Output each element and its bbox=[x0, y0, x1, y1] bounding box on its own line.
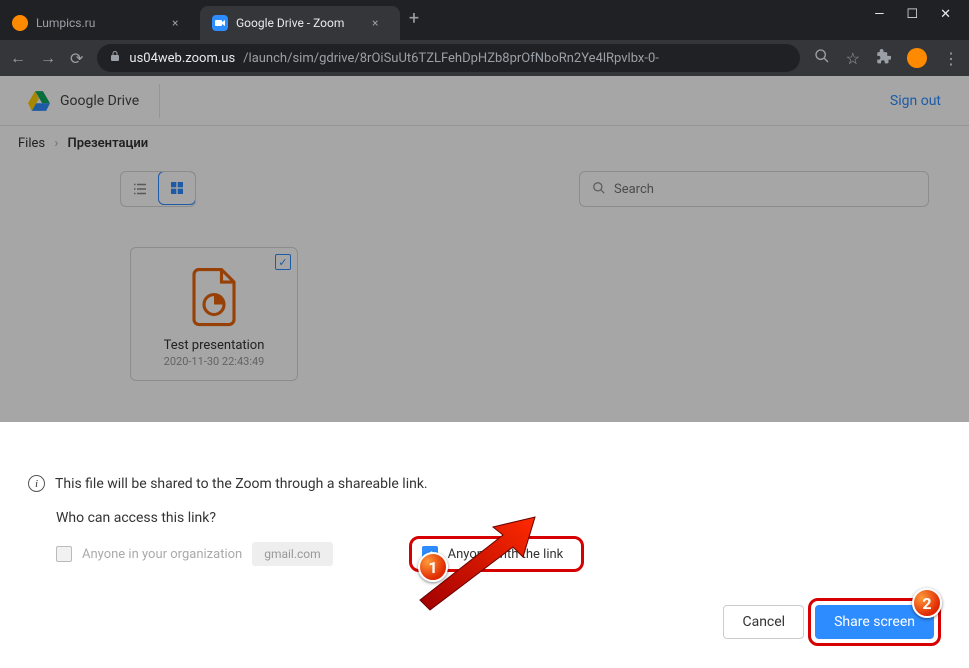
minimize-icon[interactable]: — bbox=[874, 7, 884, 22]
bookmark-icon[interactable]: ☆ bbox=[846, 49, 860, 68]
file-selected-check-icon[interactable]: ✓ bbox=[275, 254, 291, 270]
favicon-zoom bbox=[212, 15, 228, 31]
breadcrumb-root[interactable]: Files bbox=[18, 136, 45, 151]
tab-title: Google Drive - Zoom bbox=[236, 16, 364, 30]
search-box[interactable] bbox=[579, 171, 929, 207]
breadcrumb-current: Презентации bbox=[68, 136, 149, 151]
window-controls: — ☐ ✕ bbox=[874, 7, 969, 34]
file-date: 2020-11-30 22:43:49 bbox=[141, 355, 287, 368]
address-bar[interactable]: us04web.zoom.us/launch/sim/gdrive/8rOiSu… bbox=[97, 44, 799, 72]
opt-org-label: Anyone in your organization bbox=[82, 547, 242, 562]
forward-icon[interactable]: → bbox=[40, 48, 56, 68]
annotation-badge-2: 2 bbox=[912, 588, 942, 618]
lock-icon bbox=[109, 50, 121, 66]
url-path: /launch/sim/gdrive/8rOiSuUt6TZLFehDpHZb8… bbox=[243, 51, 659, 66]
url-host: us04web.zoom.us bbox=[129, 51, 235, 66]
titlebar: Lumpics.ru × Google Drive - Zoom × + — ☐… bbox=[0, 0, 969, 40]
address-row: ← → ⟳ us04web.zoom.us/launch/sim/gdrive/… bbox=[0, 40, 969, 76]
cancel-button[interactable]: Cancel bbox=[723, 605, 804, 639]
extensions-icon[interactable] bbox=[876, 49, 891, 68]
search-icon bbox=[592, 180, 606, 199]
browser-chrome: Lumpics.ru × Google Drive - Zoom × + — ☐… bbox=[0, 0, 969, 76]
tab-zoom-drive[interactable]: Google Drive - Zoom × bbox=[200, 6, 400, 40]
new-tab-button[interactable]: + bbox=[400, 8, 428, 29]
breadcrumb: Files › Презентации bbox=[0, 126, 969, 161]
maximize-icon[interactable]: ☐ bbox=[906, 7, 918, 22]
tab-lumpics[interactable]: Lumpics.ru × bbox=[0, 6, 200, 40]
drive-header: Google Drive Sign out bbox=[0, 76, 969, 126]
checkbox-org[interactable] bbox=[56, 546, 72, 562]
share-note-text: This file will be shared to the Zoom thr… bbox=[55, 476, 428, 492]
google-drive-icon bbox=[28, 91, 50, 111]
presentation-file-icon bbox=[141, 262, 287, 332]
close-icon[interactable]: × bbox=[172, 16, 188, 30]
annotation-badge-1: 1 bbox=[418, 552, 448, 582]
file-name: Test presentation bbox=[141, 338, 287, 353]
org-domain-chip: gmail.com bbox=[252, 542, 332, 566]
opt-link-label: Anyone with the link bbox=[448, 547, 564, 562]
view-toggle bbox=[120, 171, 196, 207]
zoom-level-icon[interactable] bbox=[814, 48, 830, 68]
reload-icon[interactable]: ⟳ bbox=[70, 49, 83, 68]
close-window-icon[interactable]: ✕ bbox=[940, 7, 951, 22]
list-view-button[interactable] bbox=[121, 172, 159, 206]
close-icon[interactable]: × bbox=[372, 16, 388, 30]
drive-logo[interactable]: Google Drive bbox=[28, 84, 160, 118]
file-card[interactable]: ✓ Test presentation 2020-11-30 22:43:49 bbox=[130, 247, 298, 381]
info-icon: i bbox=[28, 475, 45, 492]
tab-title: Lumpics.ru bbox=[36, 16, 164, 30]
menu-icon[interactable]: ⋮ bbox=[943, 49, 959, 68]
drive-app-name: Google Drive bbox=[60, 93, 139, 109]
extension-orange-icon[interactable] bbox=[907, 48, 927, 68]
sign-out-link[interactable]: Sign out bbox=[890, 93, 941, 109]
who-access-label: Who can access this link? bbox=[56, 510, 941, 526]
favicon-lumpics bbox=[12, 15, 28, 31]
chevron-right-icon: › bbox=[54, 136, 58, 151]
share-panel: i This file will be shared to the Zoom t… bbox=[0, 453, 969, 668]
back-icon[interactable]: ← bbox=[10, 48, 26, 68]
share-note: i This file will be shared to the Zoom t… bbox=[28, 475, 941, 492]
grid-view-button[interactable] bbox=[158, 171, 196, 205]
search-input[interactable] bbox=[614, 182, 916, 197]
